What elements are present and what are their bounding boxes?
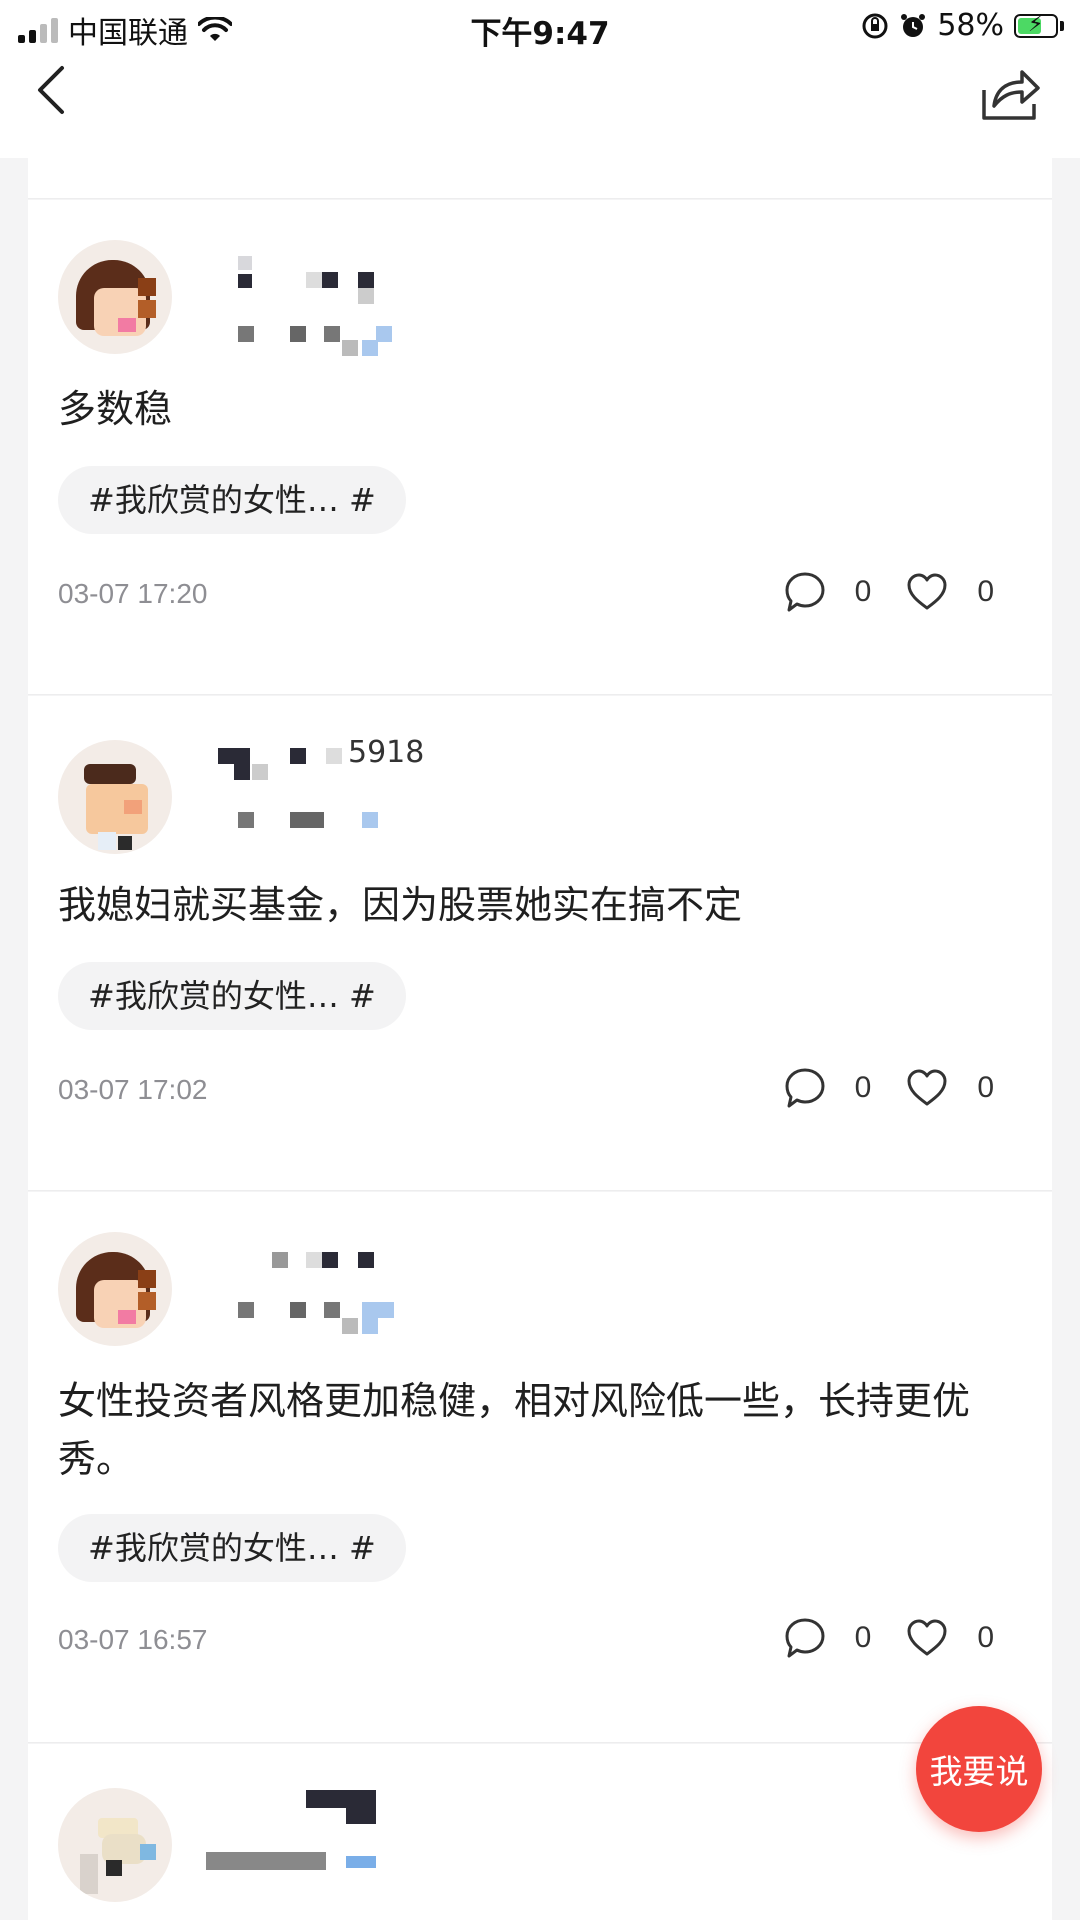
topic-tag[interactable]: #我欣赏的女性… # [58,1514,406,1582]
avatar[interactable] [58,740,172,854]
username-mosaic[interactable] [206,1790,406,1900]
nav-bar [0,54,1080,158]
chevron-left-icon[interactable] [24,60,84,120]
username-fragment: 5918 [348,736,425,770]
post-text[interactable]: 我媳妇就买基金，因为股票她实在搞不定 [58,876,1018,934]
like-count: 0 [977,1071,994,1104]
comment-button[interactable]: 0 [783,1066,872,1110]
post-time: 03-07 16:57 [58,1624,208,1655]
post-actions: 0 0 [749,570,994,614]
battery-icon: ⚡ [1014,12,1058,38]
like-button[interactable]: 0 [905,570,994,614]
username-mosaic[interactable] [206,256,406,366]
avatar[interactable] [58,240,172,354]
topic-tag[interactable]: #我欣赏的女性… # [58,466,406,534]
post-actions: 0 0 [749,1616,994,1660]
comment-icon [785,1618,825,1658]
like-count: 0 [977,1621,994,1654]
post-card[interactable]: 多数稳 #我欣赏的女性… # 03-07 17:20 0 0 [28,200,1052,695]
comment-count: 0 [854,575,872,608]
post-text[interactable]: 女性投资者风格更加稳健，相对风险低一些，长持更优秀。 [58,1372,1018,1488]
like-button[interactable]: 0 [905,1616,994,1660]
heart-icon [907,1619,947,1656]
post-card[interactable] [28,1744,1052,1920]
post-text[interactable]: 多数稳 [58,380,1018,438]
post-card[interactable]: 5918 我媳妇就买基金，因为股票她实在搞不定 #我欣赏的女性… # 03-07… [28,696,1052,1191]
comment-button[interactable]: 0 [783,1616,872,1660]
comment-count: 0 [854,1071,872,1104]
comment-count: 0 [854,1621,872,1654]
post-time: 03-07 17:20 [58,578,208,609]
avatar[interactable] [58,1788,172,1902]
status-right: 58% ⚡ [861,8,1064,43]
topic-tag[interactable]: #我欣赏的女性… # [58,962,406,1030]
rotation-lock-icon [862,13,888,38]
like-button[interactable]: 0 [905,1066,994,1110]
battery-cap [1060,20,1064,31]
share-icon[interactable] [978,60,1044,126]
speak-fab[interactable]: 我要说 [916,1706,1042,1832]
username-mosaic[interactable] [206,1252,406,1362]
username-mosaic[interactable]: 5918 [206,736,466,846]
like-count: 0 [977,575,994,608]
post-time: 03-07 17:02 [58,1074,208,1105]
heart-icon [907,1069,947,1106]
alarm-icon [901,13,926,37]
comment-icon [785,1068,825,1108]
post-card[interactable]: 女性投资者风格更加稳健，相对风险低一些，长持更优秀。 #我欣赏的女性… # 03… [28,1192,1052,1743]
feed-top-strip [28,158,1052,199]
status-bar: 中国联通 下午9:47 58% ⚡ [0,0,1080,54]
comment-button[interactable]: 0 [783,570,872,614]
heart-icon [907,573,947,610]
avatar[interactable] [58,1232,172,1346]
post-actions: 0 0 [749,1066,994,1110]
battery-percent: 58% [937,8,1004,43]
comment-icon [785,572,825,612]
